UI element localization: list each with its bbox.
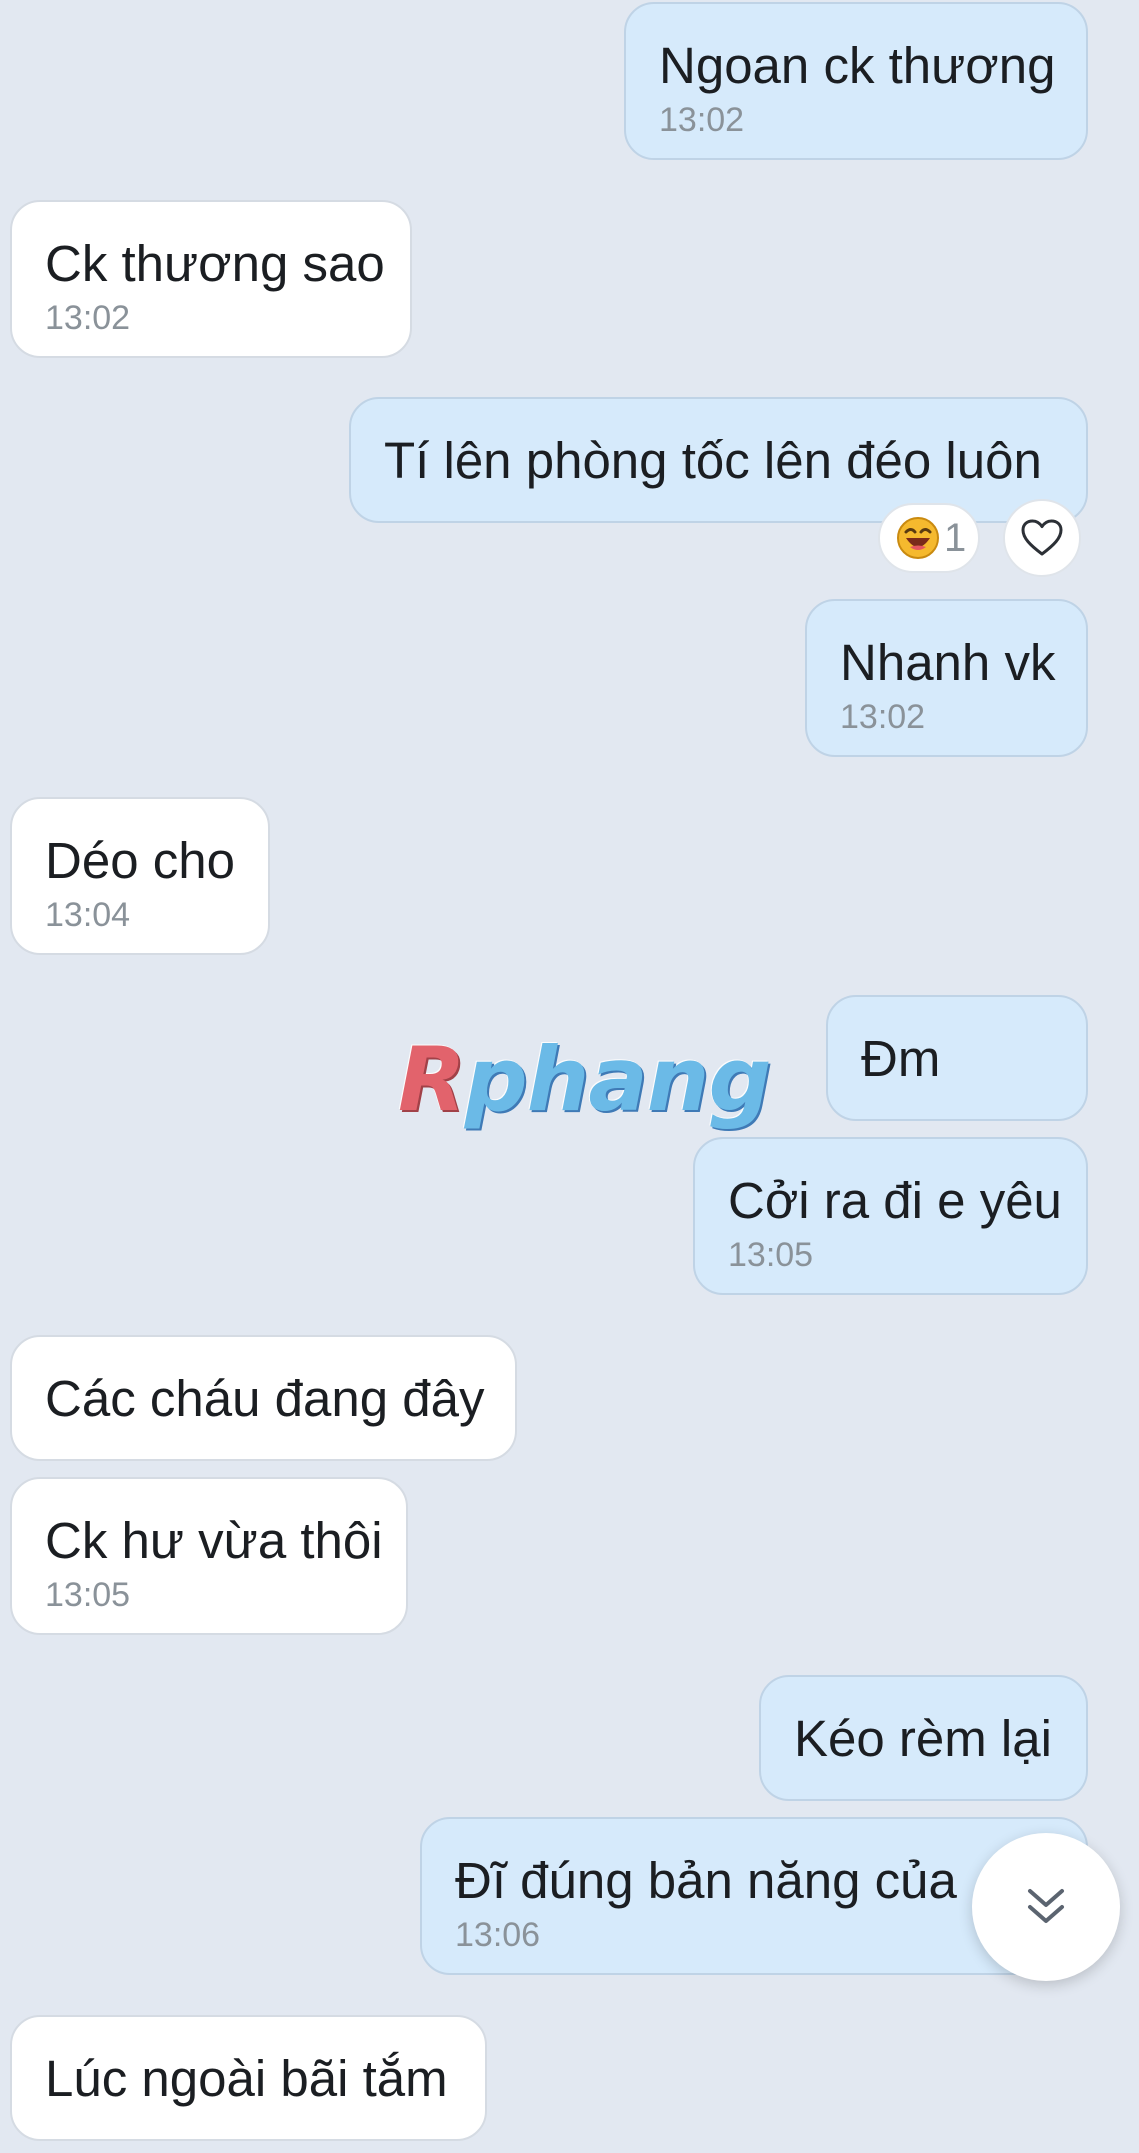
message-text: Kéo rèm lại bbox=[794, 1710, 1052, 1767]
message-bubble-outgoing[interactable]: Kéo rèm lại bbox=[759, 1675, 1088, 1801]
message-bubble-outgoing[interactable]: Tí lên phòng tốc lên đéo luôn bbox=[349, 397, 1088, 523]
message-text: Déo cho bbox=[45, 832, 235, 889]
message-timestamp: 13:06 bbox=[455, 1916, 541, 1954]
watermark-logo: Rphang bbox=[398, 1028, 771, 1131]
message-text: Nhanh vk bbox=[840, 634, 1056, 691]
laughing-emoji-icon bbox=[897, 517, 939, 559]
message-timestamp: 13:05 bbox=[45, 1576, 131, 1614]
message-timestamp: 13:02 bbox=[659, 101, 745, 139]
message-timestamp: 13:02 bbox=[45, 299, 131, 337]
heart-react-button[interactable] bbox=[1003, 499, 1081, 577]
message-text: Đm bbox=[861, 1030, 941, 1087]
scroll-to-bottom-button[interactable] bbox=[972, 1833, 1120, 1981]
message-text: Lúc ngoài bãi tắm bbox=[45, 2050, 448, 2107]
heart-outline-icon bbox=[1021, 519, 1063, 556]
message-timestamp: 13:02 bbox=[840, 698, 926, 736]
message-bubble-incoming[interactable]: Lúc ngoài bãi tắm bbox=[10, 2015, 487, 2141]
message-bubble-incoming[interactable]: Ck thương sao 13:02 bbox=[10, 200, 412, 358]
message-bubble-incoming[interactable]: Déo cho 13:04 bbox=[10, 797, 270, 955]
reaction-count: 1 bbox=[944, 515, 967, 560]
message-text: Tí lên phòng tốc lên đéo luôn bbox=[384, 432, 1042, 489]
message-text: Ck hư vừa thôi bbox=[45, 1512, 383, 1569]
message-bubble-outgoing[interactable]: Nhanh vk 13:02 bbox=[805, 599, 1088, 757]
message-bubble-outgoing[interactable]: Đm bbox=[826, 995, 1088, 1121]
message-bubble-incoming[interactable]: Các cháu đang đây bbox=[10, 1335, 517, 1461]
message-text: Cởi ra đi e yêu bbox=[728, 1172, 1062, 1229]
message-text: Đĩ đúng bản năng của bbox=[455, 1852, 957, 1909]
message-text: Ngoan ck thương bbox=[659, 37, 1056, 94]
message-timestamp: 13:04 bbox=[45, 896, 131, 934]
message-text: Ck thương sao bbox=[45, 235, 385, 292]
message-timestamp: 13:05 bbox=[728, 1236, 814, 1274]
message-bubble-outgoing[interactable]: Ngoan ck thương 13:02 bbox=[624, 2, 1088, 160]
reaction-badge[interactable]: 1 bbox=[878, 503, 980, 573]
chevron-double-down-icon bbox=[1028, 1889, 1064, 1923]
message-bubble-outgoing[interactable]: Cởi ra đi e yêu 13:05 bbox=[693, 1137, 1088, 1295]
message-text: Các cháu đang đây bbox=[45, 1370, 485, 1427]
message-bubble-incoming[interactable]: Ck hư vừa thôi 13:05 bbox=[10, 1477, 408, 1635]
